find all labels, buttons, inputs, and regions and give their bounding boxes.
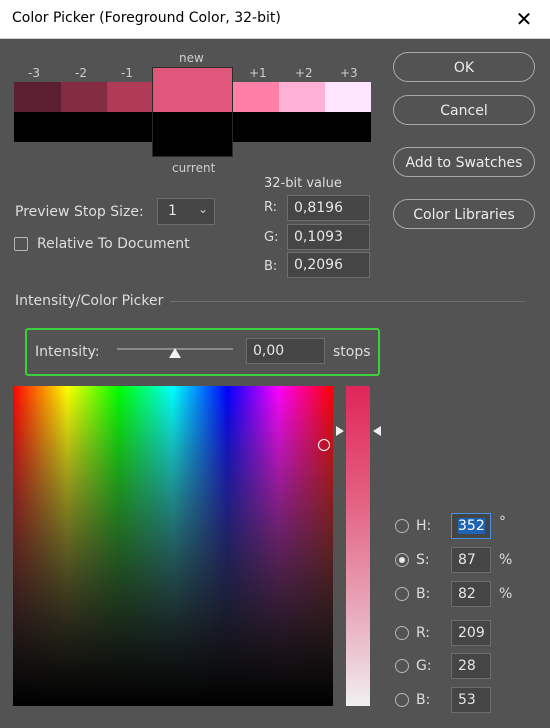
b-rgb-field[interactable]: 53 <box>451 687 491 713</box>
value32-r-label: R: <box>264 200 278 215</box>
preview-swatch-plus3[interactable] <box>325 82 371 112</box>
relative-doc-checkbox[interactable] <box>14 237 28 251</box>
preview-label-plus1: +1 <box>249 66 267 80</box>
preview-label-new: new <box>179 51 204 65</box>
r-field[interactable]: 209 <box>451 620 491 646</box>
r-label: R: <box>416 625 431 641</box>
radio-b[interactable] <box>395 587 409 601</box>
intensity-group: Intensity: 0,00 stops <box>25 328 380 376</box>
value32-b-field[interactable]: 0,2096 <box>287 252 370 278</box>
g-label: G: <box>416 658 432 674</box>
color-field-cursor[interactable] <box>318 439 330 451</box>
value32-b-label: B: <box>264 259 278 274</box>
h-field[interactable]: 352 <box>451 513 491 539</box>
value32-heading: 32-bit value <box>264 176 342 191</box>
radio-r[interactable] <box>395 626 409 640</box>
relative-doc-label: Relative To Document <box>37 236 190 252</box>
preview-label-plus3: +3 <box>340 66 358 80</box>
preview-label-minus2: -2 <box>75 66 87 80</box>
ok-button[interactable]: OK <box>393 52 535 82</box>
g-field[interactable]: 28 <box>451 653 491 679</box>
preview-label-plus2: +2 <box>295 66 313 80</box>
close-icon[interactable]: ✕ <box>512 7 536 31</box>
current-label: current <box>172 161 216 175</box>
radio-g[interactable] <box>395 659 409 673</box>
add-to-swatches-button[interactable]: Add to Swatches <box>393 147 535 177</box>
s-unit: % <box>499 552 513 568</box>
preview-swatch-minus3[interactable] <box>14 82 61 112</box>
intensity-slider-thumb[interactable] <box>169 348 181 358</box>
preview-stop-value: 1 <box>168 203 177 219</box>
color-field[interactable] <box>13 386 333 706</box>
value32-g-label: G: <box>264 230 279 245</box>
title-bar: Color Picker (Foreground Color, 32-bit) … <box>0 0 550 39</box>
slider-left-arrow-icon[interactable] <box>336 426 344 436</box>
value32-r-field[interactable]: 0,8196 <box>287 195 370 221</box>
intensity-unit: stops <box>333 344 371 360</box>
color-slider-strip[interactable] <box>346 386 370 706</box>
b-label: B: <box>416 586 431 602</box>
section-title: Intensity/Color Picker <box>15 293 164 309</box>
new-color-swatch <box>152 67 233 112</box>
section-divider <box>170 301 525 302</box>
intensity-label: Intensity: <box>35 344 100 360</box>
h-unit: ° <box>499 514 506 530</box>
b-unit: % <box>499 586 513 602</box>
radio-h[interactable] <box>395 519 409 533</box>
radio-s[interactable] <box>395 553 409 567</box>
chevron-down-icon: ⌄ <box>198 202 209 216</box>
s-field[interactable]: 87 <box>451 547 491 573</box>
b-field[interactable]: 82 <box>451 581 491 607</box>
cancel-button[interactable]: Cancel <box>393 95 535 125</box>
preview-stop-label: Preview Stop Size: <box>15 204 144 220</box>
intensity-field[interactable]: 0,00 <box>246 338 325 364</box>
preview-swatch-plus2[interactable] <box>279 82 325 112</box>
preview-swatch-plus1[interactable] <box>233 82 279 112</box>
s-label: S: <box>416 552 430 568</box>
color-picker-dialog: Color Picker (Foreground Color, 32-bit) … <box>0 0 550 728</box>
h-value: 352 <box>458 518 485 534</box>
preview-label-minus3: -3 <box>28 66 40 80</box>
color-libraries-button[interactable]: Color Libraries <box>393 199 535 229</box>
preview-swatch-minus2[interactable] <box>61 82 107 112</box>
radio-b-rgb[interactable] <box>395 693 409 707</box>
current-color-swatch[interactable] <box>152 112 233 157</box>
preview-label-minus1: -1 <box>121 66 133 80</box>
slider-right-arrow-icon[interactable] <box>373 426 381 436</box>
b-rgb-label: B: <box>416 692 431 708</box>
h-label: H: <box>416 518 432 534</box>
preview-stop-select[interactable]: 1 ⌄ <box>157 198 215 225</box>
value32-g-field[interactable]: 0,1093 <box>287 224 370 250</box>
window-title: Color Picker (Foreground Color, 32-bit) <box>12 10 281 26</box>
preview-swatch-minus1[interactable] <box>107 82 153 112</box>
